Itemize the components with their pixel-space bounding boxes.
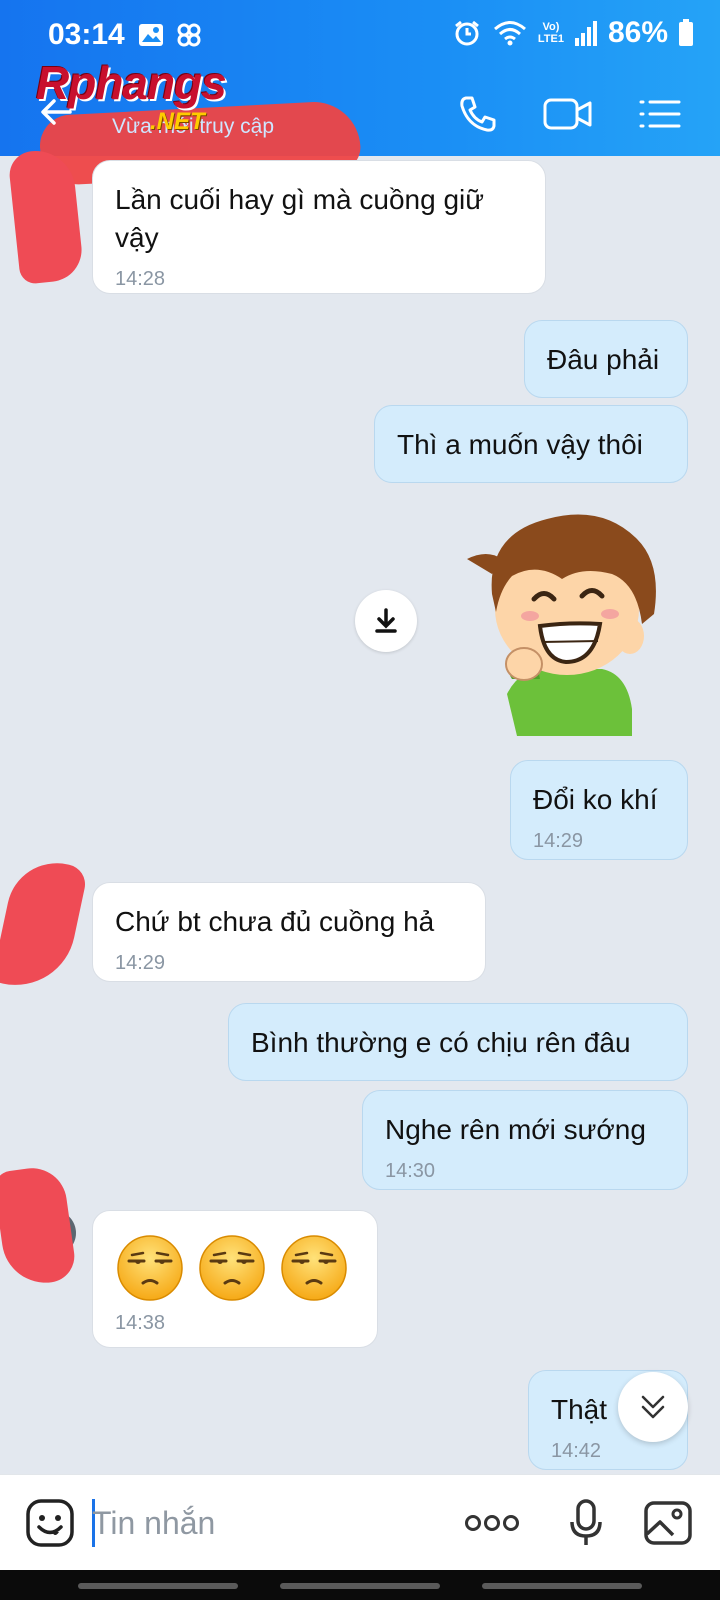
message-bubble-outgoing[interactable]: Nghe rên mới sướng 14:30 bbox=[362, 1090, 688, 1190]
composer-bar bbox=[0, 1474, 720, 1570]
battery-icon bbox=[679, 19, 693, 46]
message-text: Lần cuối hay gì mà cuồng giữ vậy bbox=[115, 184, 484, 253]
alarm-icon bbox=[454, 20, 479, 46]
avatar-redaction bbox=[0, 853, 89, 997]
more-dots-icon bbox=[465, 1515, 519, 1531]
message-text: Bình thường e có chịu rên đâu bbox=[251, 1027, 631, 1058]
nav-home[interactable] bbox=[280, 1583, 440, 1589]
video-camera-icon bbox=[543, 98, 592, 130]
message-time: 14:29 bbox=[533, 830, 584, 852]
watermark-logo-sub: .NET bbox=[150, 108, 205, 135]
message-bubble-incoming[interactable]: Lần cuối hay gì mà cuồng giữ vậy 14:28 bbox=[92, 160, 546, 294]
voice-message-button[interactable] bbox=[556, 1493, 616, 1553]
image-button[interactable] bbox=[638, 1493, 698, 1553]
microphone-icon bbox=[570, 1499, 602, 1545]
emoji-row bbox=[115, 1233, 355, 1303]
menu-list-icon bbox=[639, 100, 681, 128]
message-bubble-outgoing[interactable]: Đổi ko khí 14:29 bbox=[510, 760, 688, 860]
message-time: 14:42 bbox=[551, 1440, 602, 1462]
message-time: 14:30 bbox=[385, 1160, 436, 1182]
message-bubble-outgoing[interactable]: Đâu phải bbox=[524, 320, 688, 398]
status-right: Vo) LTE1 86% bbox=[452, 16, 694, 50]
menu-button[interactable] bbox=[630, 84, 690, 144]
message-text: Nghe rên mới sướng bbox=[385, 1114, 646, 1145]
system-nav-bar bbox=[0, 1570, 720, 1600]
status-time: 03:14 bbox=[48, 18, 125, 51]
message-input[interactable] bbox=[92, 1495, 432, 1551]
message-bubble-outgoing[interactable]: Thì a muốn vậy thôi bbox=[374, 405, 688, 483]
unamused-face-icon bbox=[199, 1235, 265, 1301]
scroll-to-bottom-button[interactable] bbox=[618, 1372, 688, 1442]
message-text: Đâu phải bbox=[547, 344, 660, 375]
nav-back[interactable] bbox=[482, 1583, 642, 1589]
call-button[interactable] bbox=[448, 84, 508, 144]
message-bubble-incoming[interactable]: 14:38 bbox=[92, 1210, 378, 1348]
message-time: 14:38 bbox=[115, 1312, 166, 1334]
signal-icon bbox=[574, 21, 597, 46]
wifi-icon bbox=[493, 21, 526, 46]
video-call-button[interactable] bbox=[538, 84, 598, 144]
unamused-face-icon bbox=[117, 1235, 183, 1301]
more-button[interactable] bbox=[462, 1493, 522, 1553]
message-text: Thật bbox=[551, 1394, 608, 1425]
emoji-button[interactable] bbox=[22, 1495, 78, 1551]
pinwheel-notification-icon bbox=[177, 23, 201, 47]
gallery-notification-icon bbox=[139, 24, 163, 46]
notification-icons bbox=[136, 20, 204, 50]
battery-percent: 86% bbox=[607, 16, 668, 49]
download-icon bbox=[375, 608, 397, 633]
image-icon bbox=[644, 1501, 692, 1545]
message-bubble-incoming[interactable]: Chứ bt chưa đủ cuồng hả 14:29 bbox=[92, 882, 486, 982]
avatar-redaction bbox=[0, 1163, 78, 1289]
message-text: Đổi ko khí bbox=[533, 784, 658, 815]
emoji-face-icon bbox=[26, 1499, 74, 1547]
chat-header: 03:14 Vo) LTE1 86% Vừa mới truy cập Rpha… bbox=[0, 0, 720, 187]
nav-recent[interactable] bbox=[78, 1583, 238, 1589]
download-button[interactable] bbox=[355, 590, 417, 652]
chevron-double-down-icon bbox=[641, 1395, 665, 1419]
sticker-image[interactable] bbox=[462, 504, 672, 736]
network-label: Vo) LTE1 bbox=[538, 21, 564, 45]
message-text: Chứ bt chưa đủ cuồng hả bbox=[115, 906, 435, 937]
message-time: 14:29 bbox=[115, 952, 166, 974]
network-volte: Vo) bbox=[542, 21, 560, 33]
network-lte: LTE1 bbox=[537, 33, 564, 45]
phone-icon bbox=[460, 96, 496, 132]
message-bubble-outgoing[interactable]: Bình thường e có chịu rên đâu bbox=[228, 1003, 688, 1081]
watermark-logo: Rphangs bbox=[36, 57, 227, 109]
message-time: 14:28 bbox=[115, 268, 166, 290]
message-text: Thì a muốn vậy thôi bbox=[397, 429, 643, 460]
unamused-face-icon bbox=[281, 1235, 347, 1301]
